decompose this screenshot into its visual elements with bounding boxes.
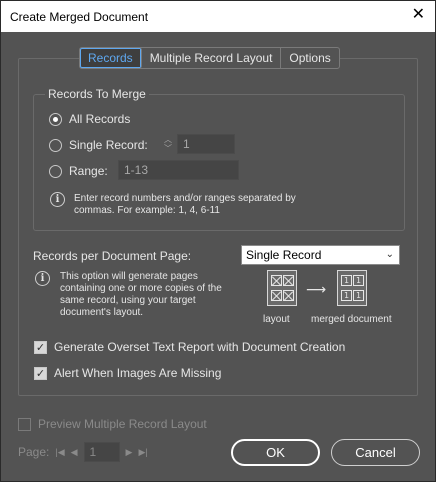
record-cell-icon: 1 xyxy=(341,275,352,286)
radio-single-record[interactable]: Single Record: xyxy=(49,138,148,152)
info-icon: i xyxy=(35,271,50,286)
record-cell-icon: 1 xyxy=(353,290,364,301)
preview-layout-checkbox[interactable]: Preview Multiple Record Layout xyxy=(18,417,207,431)
record-cell-icon: 1 xyxy=(341,290,352,301)
records-per-page-value: Single Record xyxy=(246,248,322,262)
chevron-down-icon: ⌄ xyxy=(385,249,394,260)
layout-caption: layout xyxy=(263,314,290,325)
radio-all-records[interactable]: All Records xyxy=(49,112,130,126)
radio-range-label: Range: xyxy=(69,164,108,178)
overset-report-checkbox[interactable]: ✓ Generate Overset Text Report with Docu… xyxy=(34,340,345,354)
single-record-stepper[interactable]: ︿ ﹀ xyxy=(162,135,174,155)
ok-button[interactable]: OK xyxy=(231,439,320,466)
radio-range[interactable]: Range: xyxy=(49,164,108,178)
images-missing-label: Alert When Images Are Missing xyxy=(54,366,222,380)
record-cell-icon: 1 xyxy=(353,275,364,286)
range-input[interactable]: 1-13 xyxy=(118,160,239,180)
title-bar: Create Merged Document ✕ xyxy=(1,1,435,32)
page-number-input[interactable]: 1 xyxy=(83,442,120,462)
page-label: Page: xyxy=(18,445,50,459)
previous-page-icon[interactable]: ◀ xyxy=(71,447,78,458)
check-icon[interactable]: ✓ xyxy=(34,340,47,354)
first-page-icon[interactable]: |◀ xyxy=(55,447,64,458)
records-per-page-label: Records per Document Page: xyxy=(33,249,192,263)
images-missing-checkbox[interactable]: ✓ Alert When Images Are Missing xyxy=(34,366,221,380)
layout-diagram-icon xyxy=(267,270,297,306)
radio-single-record-label: Single Record: xyxy=(69,138,148,152)
info-icon: i xyxy=(50,192,65,207)
radio-all-records-label: All Records xyxy=(69,112,131,126)
tab-multiple-record-layout[interactable]: Multiple Record Layout xyxy=(142,48,282,68)
next-page-icon[interactable]: ▶ xyxy=(126,447,133,458)
merged-document-caption: merged document xyxy=(311,314,392,325)
arrow-right-icon: ⟶ xyxy=(306,281,327,297)
chevron-up-icon[interactable]: ︿ xyxy=(162,135,174,144)
check-icon[interactable]: ✓ xyxy=(34,366,47,380)
records-hint: Enter record numbers and/or ranges separ… xyxy=(74,193,296,216)
cancel-button[interactable]: Cancel xyxy=(331,439,420,466)
tab-bar: Records Multiple Record Layout Options xyxy=(79,47,340,69)
placeholder-cell-icon xyxy=(283,290,294,301)
records-per-page-select[interactable]: Single Record ⌄ xyxy=(241,245,400,265)
radio-range-indicator[interactable] xyxy=(49,164,62,178)
close-icon[interactable]: ✕ xyxy=(412,7,425,23)
window-title: Create Merged Document xyxy=(10,10,149,24)
create-merged-document-dialog: Create Merged Document ✕ Records Multipl… xyxy=(0,0,436,482)
preview-layout-label: Preview Multiple Record Layout xyxy=(38,417,207,431)
placeholder-cell-icon xyxy=(271,290,282,301)
overset-report-label: Generate Overset Text Report with Docume… xyxy=(54,340,346,354)
radio-all-records-indicator[interactable] xyxy=(49,112,62,126)
records-to-merge-label: Records To Merge xyxy=(45,87,149,101)
radio-single-record-indicator[interactable] xyxy=(49,138,62,152)
preview-layout-checkbox-box[interactable] xyxy=(18,417,31,431)
page-navigator: Page: |◀ ◀ 1 ▶ ▶| xyxy=(18,442,148,462)
chevron-down-icon[interactable]: ﹀ xyxy=(162,144,174,153)
placeholder-cell-icon xyxy=(283,275,294,286)
single-record-input[interactable]: 1 xyxy=(177,134,235,154)
placeholder-cell-icon xyxy=(271,275,282,286)
merged-document-diagram-icon: 1 1 1 1 xyxy=(337,270,367,306)
last-page-icon[interactable]: ▶| xyxy=(138,447,147,458)
tab-records[interactable]: Records xyxy=(80,48,142,68)
records-per-page-info: This option will generate pages containi… xyxy=(60,271,222,318)
tab-options[interactable]: Options xyxy=(281,48,338,68)
